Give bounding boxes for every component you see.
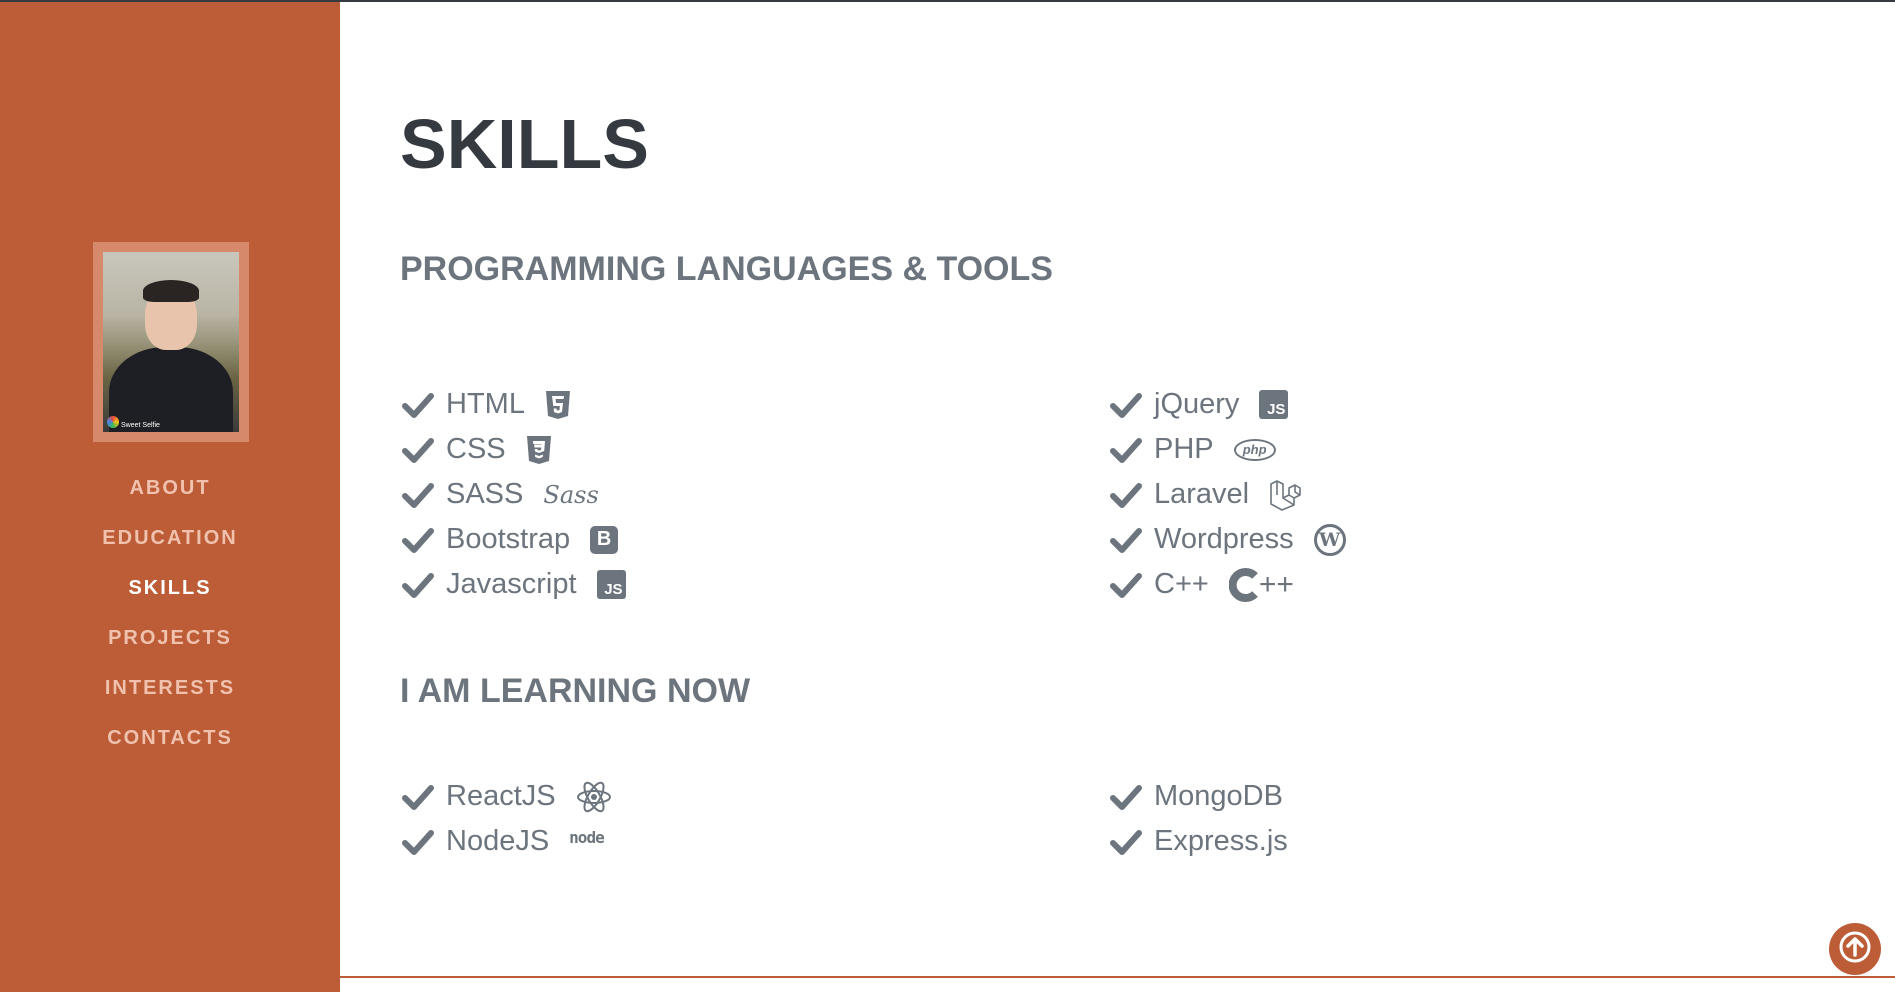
react-icon (576, 780, 612, 814)
skill-item-wordpress: Wordpress W (1108, 517, 1346, 562)
check-icon (400, 570, 446, 600)
skill-item-jquery: jQuery JS (1108, 382, 1346, 427)
skill-item-laravel: Laravel (1108, 472, 1346, 517)
learning-list-left: ReactJS NodeJS node (400, 774, 612, 864)
avatar-jacket (109, 347, 233, 432)
skill-label: C++ (1154, 568, 1209, 600)
skill-label: Bootstrap (446, 523, 571, 555)
skill-item-javascript: Javascript JS (400, 562, 626, 607)
nav-item-skills[interactable]: SKILLS (0, 574, 340, 624)
skill-label: Javascript (446, 568, 577, 600)
js-icon: JS (1259, 390, 1289, 419)
section-title-languages: PROGRAMMING LANGUAGES & TOOLS (400, 250, 1053, 288)
check-icon (400, 480, 446, 510)
section-divider (340, 976, 1895, 978)
scroll-to-top-button[interactable] (1829, 923, 1881, 975)
cplusplus-icon-text: ++ (1258, 567, 1294, 601)
side-nav: ABOUT EDUCATION SKILLS PROJECTS INTEREST… (0, 474, 340, 774)
avatar-hair (143, 280, 199, 302)
php-icon: php (1233, 438, 1276, 461)
page-title: SKILLS (400, 105, 649, 183)
check-icon (400, 525, 446, 555)
skill-item-php: PHP php (1108, 427, 1346, 472)
skill-label: ReactJS (446, 780, 556, 812)
skill-item-html: HTML (400, 382, 626, 427)
sass-icon: Sass (543, 480, 599, 509)
check-icon (400, 782, 446, 812)
check-icon (1108, 480, 1154, 510)
check-icon (1108, 570, 1154, 600)
nav-item-contacts[interactable]: CONTACTS (0, 724, 340, 774)
wordpress-icon: W (1313, 523, 1346, 556)
selfie-app-label: Sweet Selfie (121, 422, 160, 429)
skill-item-sass: SASS Sass (400, 472, 626, 517)
check-icon (1108, 782, 1154, 812)
section-title-learning: I AM LEARNING NOW (400, 672, 751, 710)
skill-label: MongoDB (1154, 780, 1283, 812)
arrow-up-icon (1838, 930, 1872, 969)
check-icon (1108, 525, 1154, 555)
skills-section: SKILLS PROGRAMMING LANGUAGES & TOOLS HTM… (340, 0, 1895, 992)
skill-label: NodeJS (446, 825, 550, 857)
selfie-app-icon (107, 416, 119, 428)
html5-icon (545, 390, 571, 420)
bootstrap-icon: B (590, 525, 619, 554)
check-icon (400, 827, 446, 857)
nodejs-icon: node (569, 828, 605, 847)
skill-label: Laravel (1154, 478, 1250, 510)
skill-label: Express.js (1154, 825, 1288, 857)
skills-list-right: jQuery JS PHP php Laravel Wordpress W C+… (1108, 382, 1346, 607)
nav-item-interests[interactable]: INTERESTS (0, 674, 340, 724)
check-icon (1108, 827, 1154, 857)
check-icon (1108, 390, 1154, 420)
skill-item-nodejs: NodeJS node (400, 819, 612, 864)
skill-item-expressjs: Express.js (1108, 819, 1288, 864)
check-icon (400, 390, 446, 420)
skill-item-cplusplus: C++ ++ (1108, 562, 1346, 607)
skill-item-css: CSS (400, 427, 626, 472)
nav-item-about[interactable]: ABOUT (0, 474, 340, 524)
css3-icon (526, 435, 552, 465)
skill-item-reactjs: ReactJS (400, 774, 612, 819)
skill-label: SASS (446, 478, 524, 510)
js-icon: JS (596, 570, 626, 599)
skill-label: CSS (446, 433, 506, 465)
nav-item-projects[interactable]: PROJECTS (0, 624, 340, 674)
skill-label: Wordpress (1154, 523, 1294, 555)
skill-label: PHP (1154, 433, 1214, 465)
skill-item-mongodb: MongoDB (1108, 774, 1288, 819)
skill-label: jQuery (1154, 388, 1240, 420)
cplusplus-icon: ++ (1228, 567, 1294, 602)
nav-item-education[interactable]: EDUCATION (0, 524, 340, 574)
sidebar: Sweet Selfie ABOUT EDUCATION SKILLS PROJ… (0, 0, 340, 992)
learning-list-right: MongoDB Express.js (1108, 774, 1288, 864)
skill-label: HTML (446, 388, 525, 420)
skill-item-bootstrap: Bootstrap B (400, 517, 626, 562)
avatar: Sweet Selfie (103, 252, 239, 432)
check-icon (1108, 435, 1154, 465)
laravel-icon (1269, 479, 1301, 511)
avatar-frame: Sweet Selfie (93, 242, 249, 442)
check-icon (400, 435, 446, 465)
skills-list-left: HTML CSS SASS Sass Bootstrap B Javascrip… (400, 382, 626, 607)
top-border (0, 0, 1895, 2)
